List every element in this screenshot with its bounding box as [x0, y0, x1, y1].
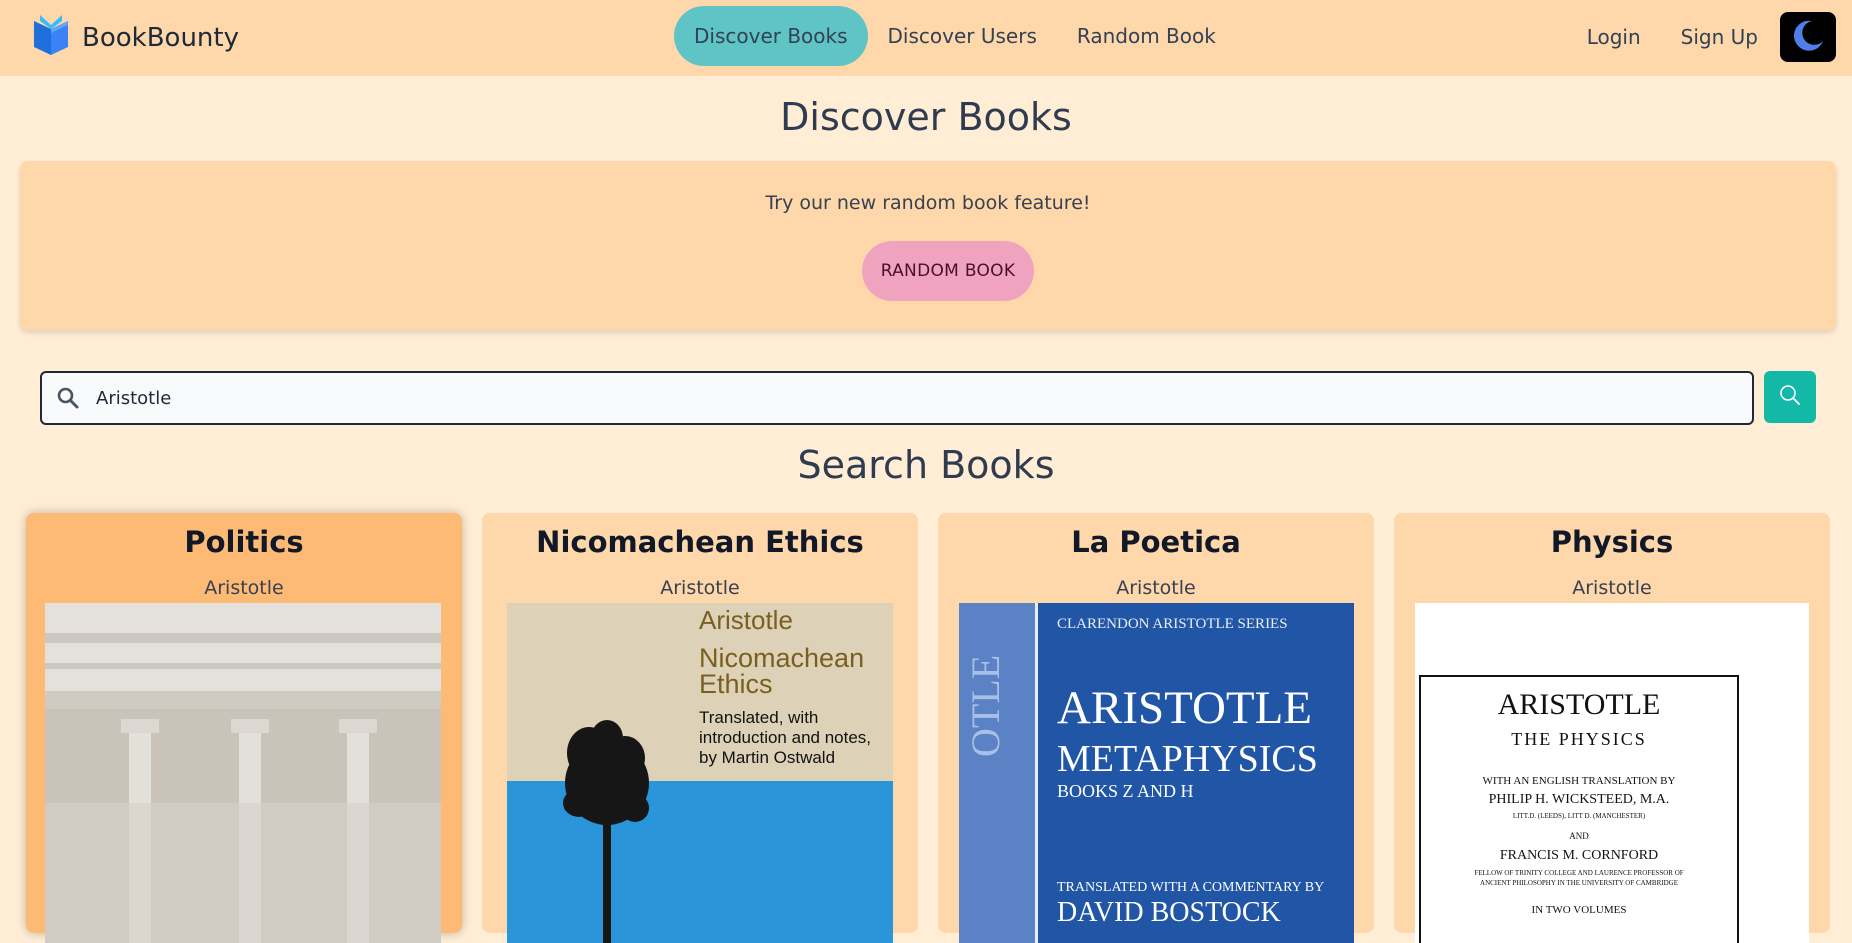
brand-name: BookBounty [82, 23, 239, 53]
theme-toggle-button[interactable] [1780, 12, 1836, 62]
brand[interactable]: BookBounty [32, 15, 239, 61]
book-card[interactable]: Physics Aristotle ARISTOTLE THE PHYSICS … [1394, 513, 1830, 943]
svg-text:IN TWO VOLUMES: IN TWO VOLUMES [1532, 904, 1627, 916]
random-book-banner: Try our new random book feature! RANDOM … [20, 161, 1836, 330]
svg-text:by Martin Ostwald: by Martin Ostwald [699, 748, 835, 767]
nav-random-book[interactable]: Random Book [1057, 6, 1236, 66]
svg-text:LITT.D. (LEEDS), LITT D. (MANC: LITT.D. (LEEDS), LITT D. (MANCHESTER) [1513, 812, 1646, 820]
random-book-button[interactable]: RANDOM BOOK [862, 241, 1034, 301]
navbar: BookBounty Discover Books Discover Users… [0, 0, 1852, 76]
book-title: La Poetica [1071, 525, 1241, 559]
svg-text:METAPHYSICS: METAPHYSICS [1057, 738, 1318, 780]
search-button-icon [1778, 383, 1802, 411]
nav-discover-users[interactable]: Discover Users [868, 6, 1057, 66]
moon-icon [1790, 17, 1826, 57]
banner-text: Try our new random book feature! [765, 192, 1091, 214]
svg-text:WITH AN ENGLISH TRANSLATION BY: WITH AN ENGLISH TRANSLATION BY [1483, 775, 1676, 787]
book-cover: Aristotle Nicomachean Ethics Translated,… [507, 603, 893, 943]
svg-text:CLARENDON ARISTOTLE SERIES: CLARENDON ARISTOTLE SERIES [1057, 616, 1288, 632]
search-input[interactable] [94, 386, 1698, 410]
book-card[interactable]: Nicomachean Ethics Aristotle Aristotle N… [482, 513, 918, 943]
page-title: Discover Books [780, 95, 1072, 139]
book-author: Aristotle [204, 577, 284, 599]
search-bar [40, 371, 1754, 425]
svg-text:AND: AND [1569, 831, 1589, 841]
book-title: Nicomachean Ethics [536, 525, 864, 559]
book-author: Aristotle [1116, 577, 1196, 599]
book-cover [45, 603, 441, 943]
account-nav: Login Sign Up [1567, 10, 1836, 64]
section-title: Search Books [797, 443, 1055, 487]
logo-book-icon [32, 15, 70, 61]
book-card[interactable]: La Poetica Aristotle OTLE CLARENDON ARIS… [938, 513, 1374, 943]
book-cover: ARISTOTLE THE PHYSICS WITH AN ENGLISH TR… [1415, 603, 1809, 943]
nav-discover-books[interactable]: Discover Books [674, 6, 868, 66]
svg-text:Aristotle: Aristotle [699, 605, 793, 635]
svg-text:ARISTOTLE: ARISTOTLE [1498, 688, 1661, 721]
book-author: Aristotle [1572, 577, 1652, 599]
book-card[interactable]: Politics Aristotle [26, 513, 462, 943]
svg-text:TRANSLATED WITH A COMMENTARY B: TRANSLATED WITH A COMMENTARY BY [1057, 880, 1324, 895]
svg-text:ARISTOTLE: ARISTOTLE [1057, 682, 1312, 734]
main-nav: Discover Books Discover Users Random Boo… [674, 6, 1236, 66]
search-button[interactable] [1764, 371, 1816, 423]
svg-text:FELLOW OF TRINITY COLLEGE AND: FELLOW OF TRINITY COLLEGE AND LAURENCE P… [1474, 869, 1683, 877]
signup-link[interactable]: Sign Up [1661, 10, 1778, 64]
svg-text:FRANCIS M. CORNFORD: FRANCIS M. CORNFORD [1500, 848, 1658, 863]
search-icon [42, 386, 94, 410]
book-title: Physics [1550, 525, 1674, 559]
book-author: Aristotle [660, 577, 740, 599]
svg-text:BOOKS Z AND H: BOOKS Z AND H [1057, 781, 1194, 801]
book-cover: OTLE CLARENDON ARISTOTLE SERIES ARISTOTL… [959, 603, 1354, 943]
svg-text:introduction and notes,: introduction and notes, [699, 728, 871, 747]
svg-text:ANCIENT PHILOSOPHY IN THE UNIV: ANCIENT PHILOSOPHY IN THE UNIVERSITY OF … [1480, 879, 1678, 887]
svg-text:Ethics: Ethics [699, 669, 773, 699]
login-link[interactable]: Login [1567, 10, 1661, 64]
book-title: Politics [184, 525, 304, 559]
svg-text:THE PHYSICS: THE PHYSICS [1511, 729, 1647, 749]
svg-text:OTLE: OTLE [963, 655, 1008, 757]
svg-text:PHILIP H. WICKSTEED, M.A.: PHILIP H. WICKSTEED, M.A. [1489, 792, 1670, 807]
svg-text:Translated, with: Translated, with [699, 708, 818, 727]
svg-text:DAVID BOSTOCK: DAVID BOSTOCK [1057, 897, 1281, 928]
